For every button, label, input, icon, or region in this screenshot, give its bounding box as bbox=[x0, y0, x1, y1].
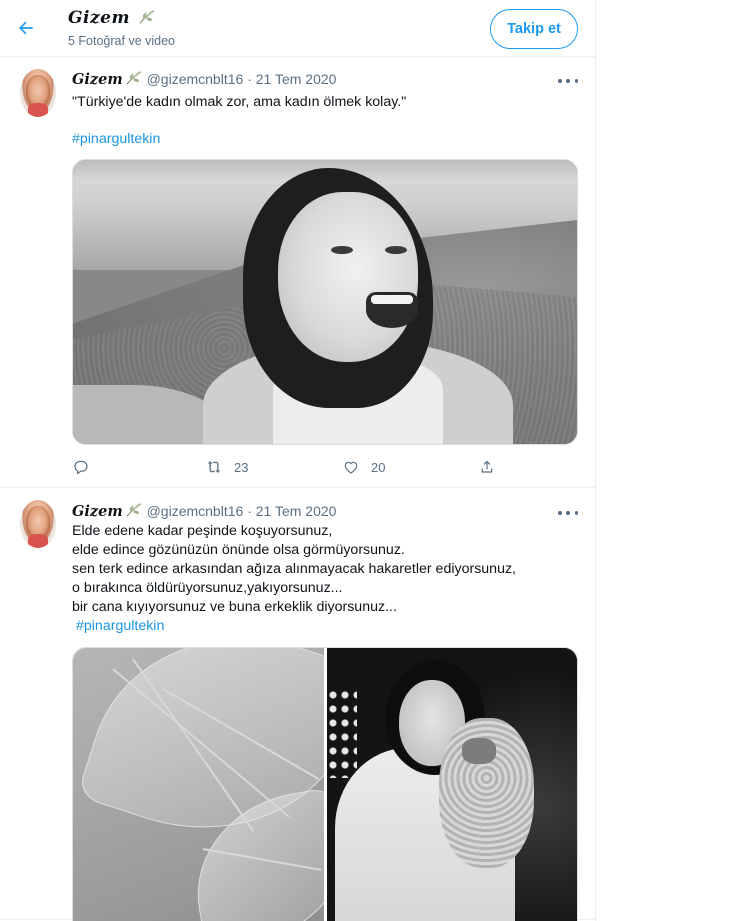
leaf-icon bbox=[139, 10, 155, 24]
arrow-left-icon bbox=[19, 21, 33, 35]
follow-button[interactable]: Takip et bbox=[490, 9, 578, 49]
separator: · bbox=[247, 503, 252, 519]
like-button[interactable]: 20 bbox=[342, 458, 385, 476]
timeline-column: Gizem 5 Fotoğraf ve video Takip et Gizem… bbox=[0, 0, 596, 921]
tweet-text-line: Elde edene kadar peşinde koşuyorsunuz, bbox=[72, 523, 333, 539]
tweet-meta: Gizem @gizemcnblt16 · 21 Tem 2020 bbox=[72, 70, 336, 88]
profile-title: Gizem bbox=[68, 8, 156, 28]
like-count: 20 bbox=[371, 459, 386, 475]
reply-icon bbox=[74, 460, 88, 475]
tweet-actions: 23 20 bbox=[72, 458, 502, 478]
timestamp[interactable]: 21 Tem 2020 bbox=[256, 71, 337, 87]
tweet-text-line: o bırakınca öldürüyorsunuz,yakıyorsunuz.… bbox=[72, 580, 343, 596]
share-icon bbox=[481, 460, 493, 473]
tweet-text-line: elde edince gözünüzün önünde olsa görmüy… bbox=[72, 542, 405, 558]
profile-name: Gizem bbox=[68, 8, 130, 28]
hashtag-link[interactable]: #pinargultekin bbox=[76, 617, 164, 636]
hashtag-link[interactable]: #pinargultekin bbox=[72, 130, 160, 149]
tweet-photo-grid bbox=[72, 647, 578, 921]
back-button[interactable] bbox=[10, 12, 42, 44]
retweet-icon bbox=[207, 461, 221, 473]
tweet-photo[interactable] bbox=[73, 648, 324, 921]
tweet-photo[interactable] bbox=[72, 159, 578, 445]
more-horizontal-icon bbox=[558, 511, 562, 515]
tweet[interactable]: Gizem @gizemcnblt16 · 21 Tem 2020 "Türki… bbox=[0, 57, 595, 488]
display-name[interactable]: Gizem bbox=[72, 71, 123, 88]
leaf-icon bbox=[126, 71, 142, 85]
avatar[interactable] bbox=[20, 500, 56, 548]
tweet[interactable]: Gizem @gizemcnblt16 · 21 Tem 2020 Elde e… bbox=[0, 488, 595, 921]
leaf-icon bbox=[126, 503, 142, 517]
retweet-count: 23 bbox=[234, 459, 249, 475]
timestamp[interactable]: 21 Tem 2020 bbox=[256, 503, 337, 519]
share-button[interactable] bbox=[478, 458, 496, 476]
tweet-text-line: bir cana kıyıyorsunuz ve buna erkeklik d… bbox=[72, 599, 397, 615]
separator: · bbox=[247, 71, 252, 87]
media-count: 5 Fotoğraf ve video bbox=[68, 34, 176, 48]
tweet-photo[interactable] bbox=[327, 648, 577, 921]
handle[interactable]: @gizemcnblt16 bbox=[147, 503, 244, 519]
display-name[interactable]: Gizem bbox=[72, 503, 123, 520]
profile-header: Gizem 5 Fotoğraf ve video Takip et bbox=[0, 0, 595, 57]
avatar[interactable] bbox=[20, 69, 56, 117]
tweet-meta: Gizem @gizemcnblt16 · 21 Tem 2020 bbox=[72, 502, 336, 520]
tweet-text: "Türkiye'de kadın olmak zor, ama kadın ö… bbox=[72, 94, 407, 110]
more-horizontal-icon bbox=[558, 79, 562, 83]
retweet-button[interactable]: 23 bbox=[205, 458, 248, 476]
reply-button[interactable] bbox=[72, 458, 101, 476]
more-button[interactable] bbox=[558, 75, 578, 87]
handle[interactable]: @gizemcnblt16 bbox=[147, 71, 244, 87]
tweet-text-line: sen terk edince arkasından ağıza alınmay… bbox=[72, 561, 517, 577]
more-button[interactable] bbox=[558, 507, 578, 519]
heart-icon bbox=[344, 461, 358, 474]
